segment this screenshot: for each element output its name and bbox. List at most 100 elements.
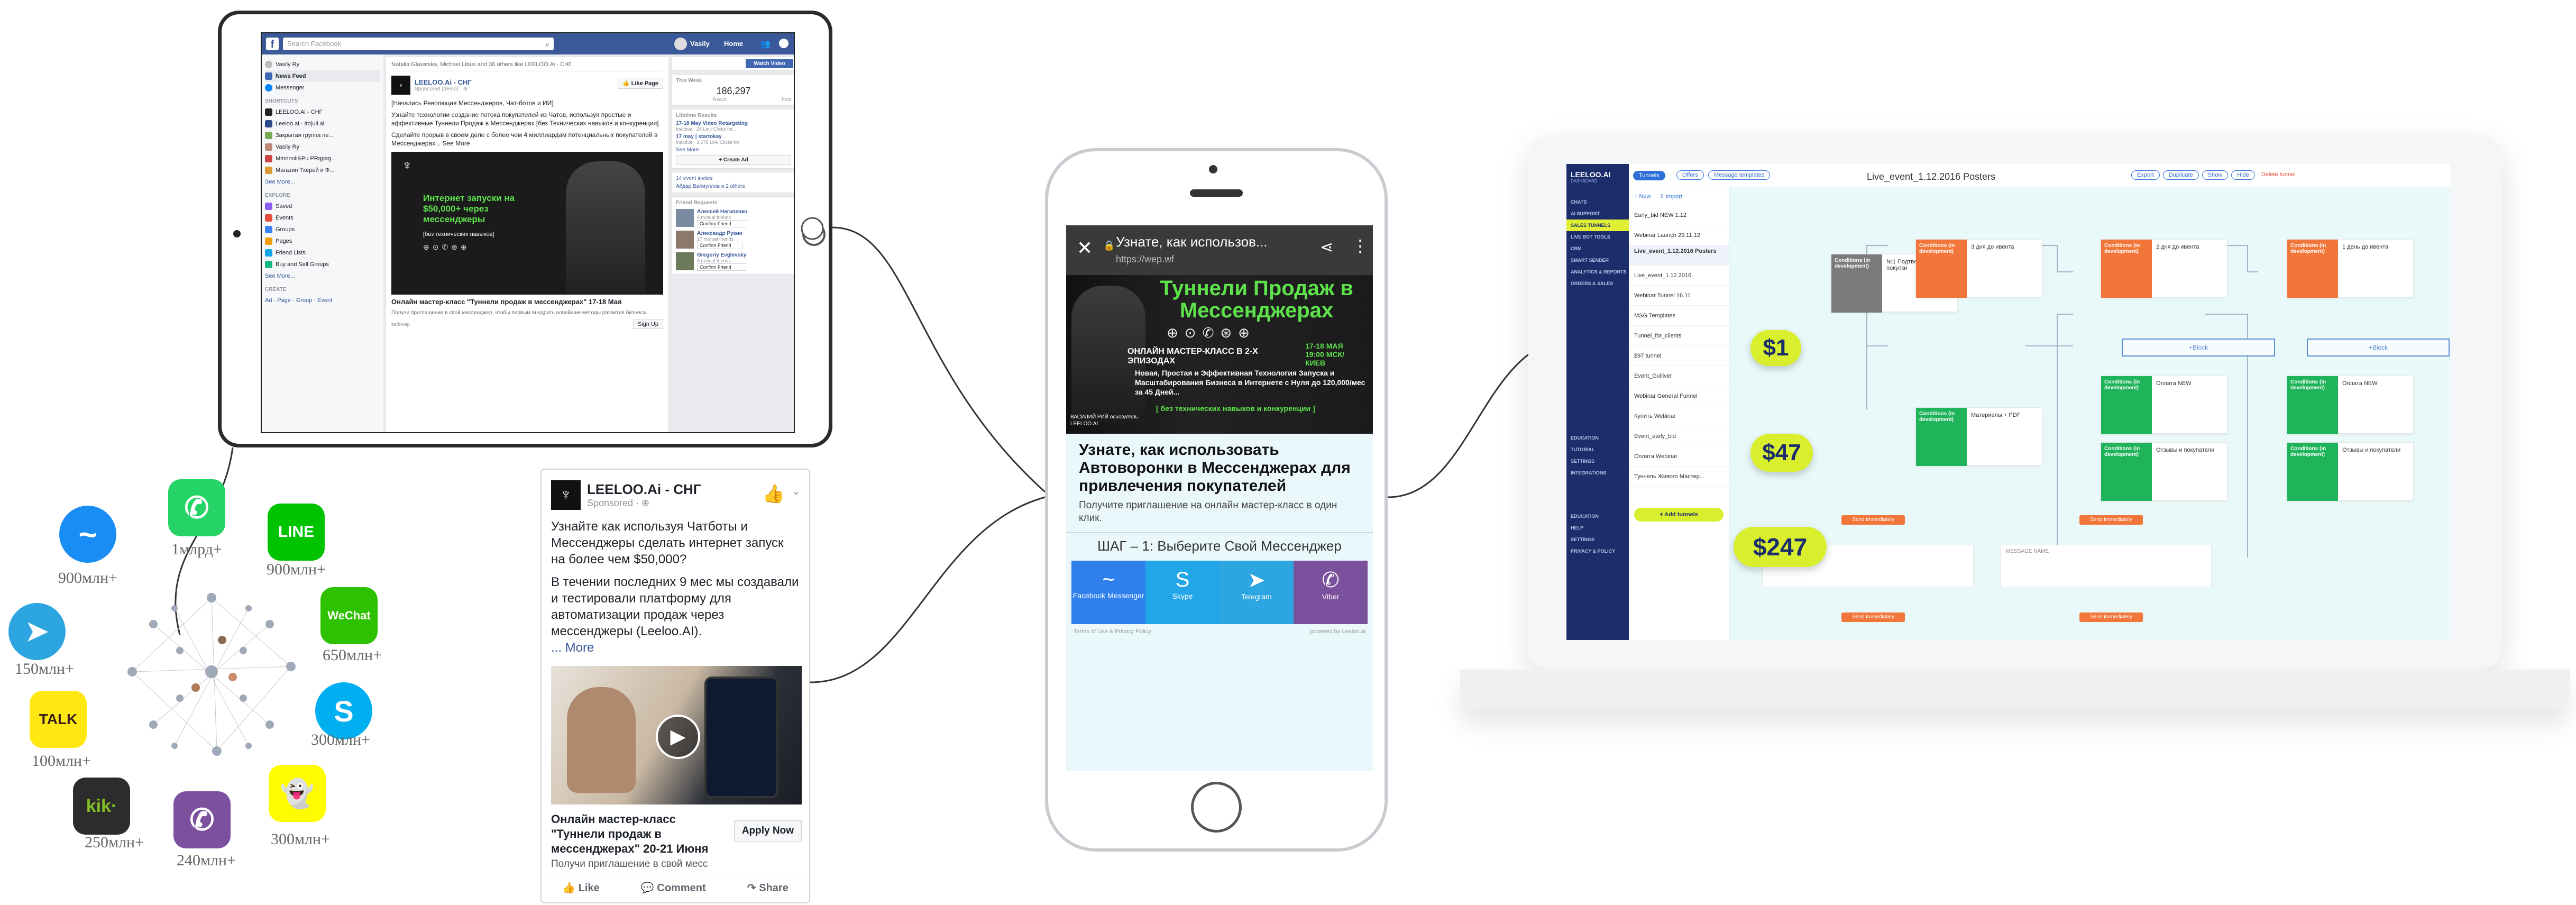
delete-tunnel-button[interactable]: Delete tunnel (2258, 170, 2299, 180)
sidebar-item-settings-2[interactable]: SETTINGS (1566, 534, 1629, 545)
node-condition: Conditions (in development) (2101, 240, 2152, 298)
icon-glyph: ~ (78, 516, 97, 552)
tunnel-node[interactable]: Conditions (in development) Оплата NEW (2101, 376, 2227, 434)
show-button[interactable]: Show (2202, 170, 2229, 180)
add-block-button[interactable]: +Block (2307, 339, 2450, 356)
tunnel-node[interactable]: Conditions (in development) Материалы + … (1915, 407, 2042, 466)
sidebar-item-education[interactable]: EDUCATION (1566, 432, 1629, 444)
sidebar-item-ai-support[interactable]: AI SUPPORT (1566, 208, 1629, 220)
sidebar-item-tutorial[interactable]: TUTORIAL (1566, 444, 1629, 455)
tunnel-node[interactable]: Conditions (in development) 1 день до ив… (2287, 239, 2414, 298)
like-icon[interactable]: 👍 (763, 483, 785, 505)
menu-icon[interactable]: ⋮ (1352, 236, 1369, 256)
ad-headline[interactable]: Онлайн мастер-класс "Туннели продаж в ме… (551, 812, 726, 856)
tab-message-templates[interactable]: Message templates (1708, 170, 1771, 180)
sidebar-item-smart-sender[interactable]: SMART SENDER (1566, 254, 1629, 266)
tunnel-node[interactable]: Conditions (in development) 2 дня до иве… (2101, 239, 2227, 298)
tunnel-node[interactable]: Conditions (in development) Отзывы и пок… (2101, 442, 2227, 501)
tunnel-item[interactable]: Купить Webinar (1629, 406, 1729, 426)
whatsapp-users-label: 1млрд+ (171, 541, 222, 558)
sidebar-item-privacy[interactable]: PRIVACY & POLICY (1566, 545, 1629, 557)
messenger-glyphs-icon: ⊕⊙✆⊛⊕ (1167, 325, 1256, 341)
tunnel-list: Tunnels + New ⇩ Import Early_bid NEW 1.1… (1629, 164, 1729, 640)
send-immediately-badge[interactable]: Send immediately (2079, 515, 2143, 525)
send-immediately-badge[interactable]: Send immediately (2079, 613, 2143, 622)
tunnel-item[interactable]: MSG Templates (1629, 306, 1729, 326)
tunnel-item[interactable]: Event_Gulliver (1629, 366, 1729, 386)
sidebar-item-crm[interactable]: CRM (1566, 243, 1629, 254)
share-label: Share (759, 882, 789, 894)
thumbs-up-icon: 👍 (562, 882, 576, 894)
telegram-button[interactable]: ➤ Telegram (1220, 561, 1294, 624)
sidebar-item-help[interactable]: HELP (1566, 522, 1629, 534)
whatsapp-icon: ✆ (168, 479, 225, 536)
banner-subtitle: ОНЛАЙН МАСТЕР-КЛАСС В 2-Х ЭПИЗОДАХ (1127, 347, 1258, 365)
viber-icon: ✆ (173, 791, 231, 848)
ad-page-name[interactable]: LEELOO.Ai - СНГ (587, 481, 701, 498)
viber-button[interactable]: ✆ Viber (1294, 561, 1368, 624)
telegram-users-label: 150млн+ (15, 660, 74, 678)
play-icon[interactable]: ▶ (656, 715, 700, 759)
like-button[interactable]: 👍 Like (562, 881, 600, 894)
tunnel-item[interactable]: Оплата Webinar (1629, 446, 1729, 467)
tunnel-item[interactable]: Early_bid NEW 1.12 (1629, 205, 1729, 225)
tunnel-item[interactable]: Webinar Tunnel 16.11 (1629, 286, 1729, 306)
tab-tunnels[interactable]: Tunnels (1633, 170, 1665, 180)
tunnel-item[interactable]: Webinar Launch 29.11.12 (1629, 225, 1729, 245)
sidebar-item-analytics[interactable]: ANALYTICS & REPORTS (1566, 266, 1629, 278)
tunnel-item-active[interactable]: Live_event_1.12.2016 Posters (1629, 245, 1729, 266)
export-button[interactable]: Export (2131, 170, 2160, 180)
sidebar-item-education-2[interactable]: EDUCATION (1566, 510, 1629, 522)
node-condition: Conditions (in development) (1916, 240, 1967, 298)
page-logo-icon[interactable]: ♆ (551, 480, 581, 510)
hide-button[interactable]: Hide (2231, 170, 2255, 180)
send-immediately-badge[interactable]: Send immediately (1841, 515, 1905, 525)
terms-link[interactable]: Terms of Use & Privacy Policy (1074, 628, 1151, 635)
add-block-button[interactable]: +Block (2122, 339, 2275, 356)
sidebar-item-settings[interactable]: SETTINGS (1566, 455, 1629, 467)
add-tunnel-button[interactable]: + Add tunnels (1634, 508, 1724, 522)
sidebar-item-integrations[interactable]: INTEGRATIONS (1566, 467, 1629, 479)
phone-home-button[interactable] (1191, 782, 1242, 833)
sidebar-item-chats[interactable]: CHATS (1566, 196, 1629, 208)
import-button[interactable]: ⇩ Import (1660, 193, 1682, 200)
sidebar-item-live-bot-tools[interactable]: LIVE BOT TOOLS (1566, 231, 1629, 243)
tunnel-node[interactable]: Conditions (in development) Отзывы и пок… (2287, 442, 2414, 501)
share-button[interactable]: ↷ Share (747, 881, 789, 894)
facebook-messenger-button[interactable]: ~ Facebook Messenger (1071, 561, 1145, 624)
tunnel-node[interactable]: Conditions (in development) Оплата NEW (2287, 376, 2414, 434)
close-icon[interactable]: ✕ (1077, 237, 1093, 259)
chevron-down-icon[interactable]: ⌄ (792, 485, 801, 498)
node-condition: Conditions (in development) (1916, 408, 1967, 466)
duplicate-button[interactable]: Duplicate (2162, 170, 2199, 180)
message-card[interactable]: MESSAGE NAME (2000, 545, 2212, 587)
sidebar-item-sales-tunnels[interactable]: SALES TUNNELS (1566, 220, 1629, 231)
icon-glyph: WeChat (327, 609, 371, 622)
phone-speaker (1190, 189, 1243, 197)
sidebar-item-orders[interactable]: ORDERS & SALES (1566, 278, 1629, 289)
tunnel-item[interactable]: Event_early_bid (1629, 426, 1729, 446)
skype-icon: S (1175, 568, 1190, 591)
apply-now-button[interactable]: Apply Now (734, 820, 802, 842)
tunnel-item[interactable]: Tunnel_for_clients (1629, 326, 1729, 346)
browser-url[interactable]: https://wep.wf (1116, 254, 1174, 265)
ad-video[interactable]: ▶ (551, 666, 802, 805)
tunnel-item[interactable]: $97 tunnel (1629, 346, 1729, 366)
brand-name: LEELOO.AI (1571, 170, 1611, 179)
tunnel-node[interactable]: Conditions (in development) 3 дня до иве… (1915, 239, 2042, 298)
tab-offers[interactable]: Offers (1676, 170, 1704, 180)
new-tunnel-button[interactable]: + New (1634, 193, 1651, 199)
viber-icon: ✆ (1322, 569, 1340, 592)
banner-description: Новая, Простая и Эффективная Технология … (1135, 369, 1365, 396)
tunnel-item[interactable]: Live_event_1.12.2016 (1629, 266, 1729, 286)
wechat-icon: WeChat (320, 587, 378, 644)
see-more-link[interactable]: ... More (542, 639, 809, 655)
powered-by[interactable]: powered by Leeloo.ai (1310, 628, 1365, 635)
comment-button[interactable]: 💬 Comment (641, 881, 706, 894)
tunnel-item[interactable]: Туннель Живого Мастер... (1629, 467, 1729, 487)
skype-button[interactable]: S Skype (1145, 561, 1220, 624)
send-immediately-badge[interactable]: Send immediately (1841, 613, 1905, 622)
share-icon[interactable]: ⋖ (1320, 238, 1333, 257)
tunnel-item[interactable]: Webinar General Funnel (1629, 386, 1729, 406)
kakaotalk-users-label: 100млн+ (32, 752, 91, 770)
